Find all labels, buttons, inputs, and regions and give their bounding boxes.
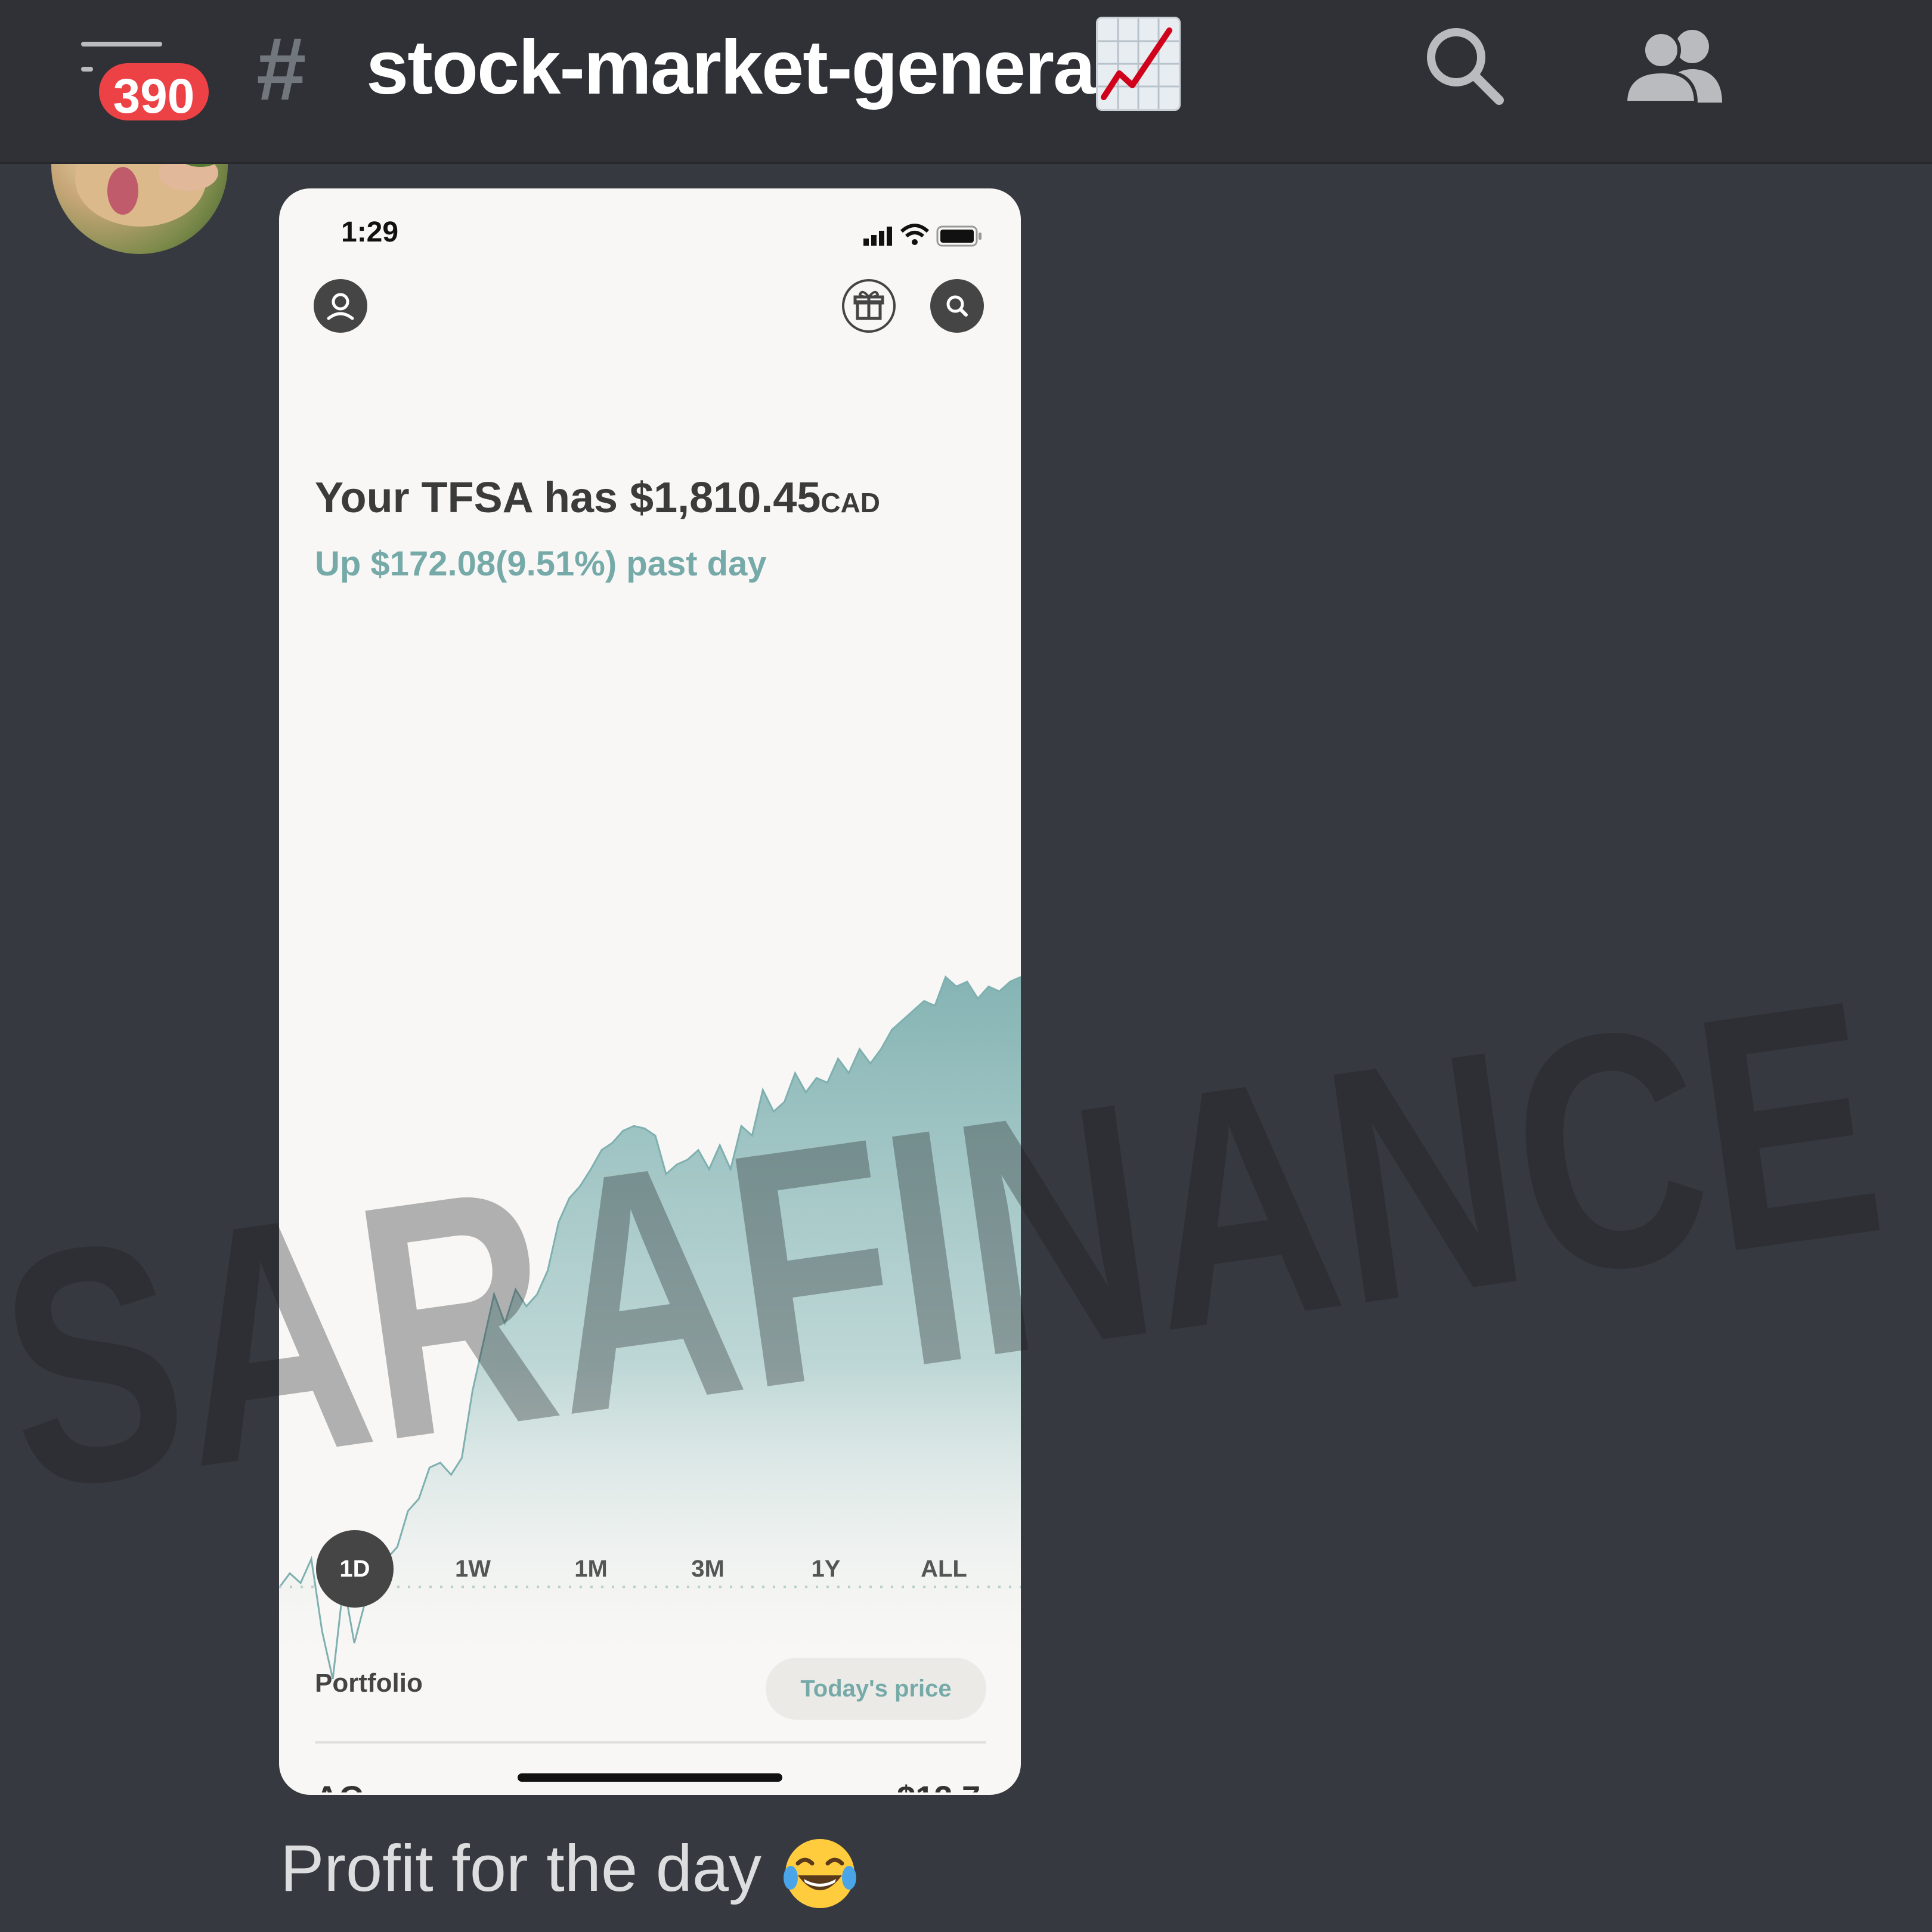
home-indicator xyxy=(518,1773,782,1782)
unread-badge: 390 xyxy=(94,58,213,125)
period-1d[interactable]: 1D xyxy=(316,1530,394,1608)
holding-symbol-text: AC xyxy=(315,1779,363,1792)
status-icons xyxy=(863,221,995,250)
todays-price-button[interactable]: Today's price xyxy=(766,1658,986,1720)
account-balance: Your TFSA has $1,810.45CAD xyxy=(315,473,880,522)
period-1w[interactable]: 1W xyxy=(434,1530,512,1608)
members-icon[interactable] xyxy=(1622,27,1729,105)
profile-icon[interactable] xyxy=(314,279,367,333)
channel-header: 390 # stock-market-general xyxy=(0,0,1932,164)
period-1y[interactable]: 1Y xyxy=(787,1530,865,1608)
period-3m[interactable]: 3M xyxy=(669,1530,747,1608)
channel-title[interactable]: stock-market-general xyxy=(366,20,1116,116)
chart-increasing-icon xyxy=(1096,17,1181,111)
account-title: Your TFSA has $1,810.45 xyxy=(315,474,821,522)
holding-price-text: $12.74 xyxy=(897,1779,986,1792)
daily-change: Up $172.08(9.51%) past day xyxy=(315,544,767,583)
period-1m[interactable]: 1M xyxy=(552,1530,630,1608)
currency-label: CAD xyxy=(821,487,881,518)
hash-icon: # xyxy=(256,18,306,119)
message-body: Profit for the day xyxy=(280,1832,762,1905)
holding-price-partial: $12.74 xyxy=(897,1779,986,1792)
divider xyxy=(315,1741,986,1744)
holding-symbol-partial: AC xyxy=(315,1779,363,1792)
portfolio-label: Portfolio xyxy=(315,1668,423,1698)
tears-of-joy-icon xyxy=(780,1834,860,1914)
message-text: Profit for the day xyxy=(280,1831,860,1914)
search-icon[interactable] xyxy=(930,279,984,333)
gift-icon[interactable] xyxy=(842,279,896,333)
shared-screenshot[interactable]: 1:29 Your TFSA has $1,810.45CAD Up $172.… xyxy=(279,188,1021,1795)
search-icon[interactable] xyxy=(1423,24,1506,107)
status-time: 1:29 xyxy=(341,216,399,248)
period-selector: 1D 1W 1M 3M 1Y ALL xyxy=(279,1530,1021,1608)
period-all[interactable]: ALL xyxy=(905,1530,983,1608)
